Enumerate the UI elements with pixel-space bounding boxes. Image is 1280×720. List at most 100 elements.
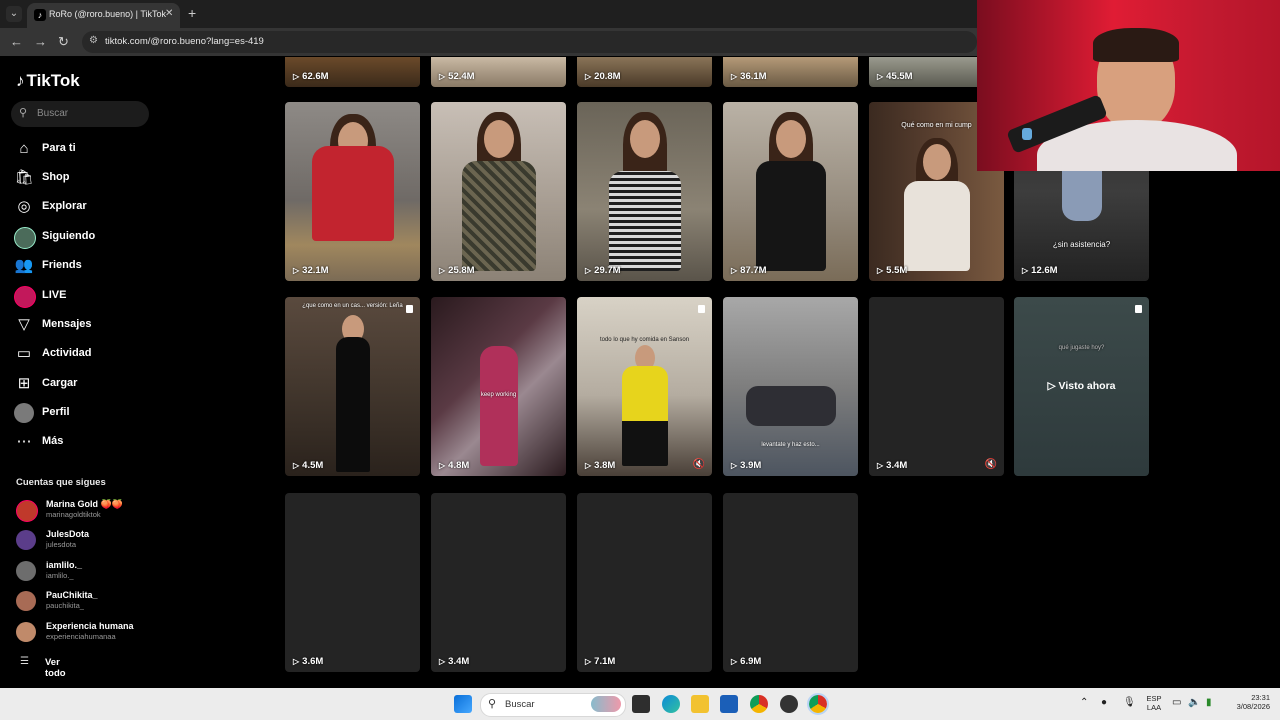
- video-card[interactable]: qué jugaste hoy? ▷ Visto ahora: [1014, 297, 1149, 476]
- windows-taskbar: ⚲ Buscar ⌃ ● 🎙 ESP LAA ▭ 🔈 ▮ 23:31 3/08/…: [0, 688, 1280, 720]
- tiktok-logo[interactable]: ♪ TikTok: [16, 71, 80, 91]
- following-account[interactable]: Experiencia humana experienciahumanaa: [16, 620, 166, 646]
- view-count: ▷ 5.5M: [877, 265, 908, 276]
- account-name: Experiencia humana: [46, 621, 134, 631]
- taskbar-search-label: Buscar: [505, 699, 535, 710]
- nav-item-friends[interactable]: 👥 Friends: [14, 254, 164, 278]
- browser-tab[interactable]: ♪ RoRo (@roro.bueno) | TikTok ✕: [27, 3, 180, 28]
- video-card[interactable]: ¿que como en un cas... versión: Leña ▷ 4.…: [285, 297, 420, 476]
- mute-icon[interactable]: 🔇: [985, 459, 997, 470]
- obs-icon[interactable]: [780, 695, 798, 713]
- view-count: ▷ 62.6M: [293, 71, 329, 82]
- view-count: ▷ 32.1M: [293, 265, 329, 276]
- video-card[interactable]: 🔇 ▷ 3.4M: [869, 297, 1004, 476]
- tray-app-icon[interactable]: ●: [1101, 697, 1107, 708]
- nav-item-siguiendo[interactable]: Siguiendo: [14, 225, 164, 249]
- video-card[interactable]: ▷ 7.1M: [577, 493, 712, 672]
- following-account[interactable]: JulesDota julesdota: [16, 528, 166, 554]
- play-icon: ▷: [731, 461, 738, 470]
- tray-chevron-icon[interactable]: ⌃: [1080, 697, 1088, 708]
- nav-label: LIVE: [42, 289, 67, 301]
- video-caption: qué jugaste hoy?: [1058, 345, 1105, 351]
- pinned-icon: [698, 305, 705, 313]
- home-icon: ⌂: [19, 140, 29, 157]
- following-account[interactable]: iamlilo._ iamlilo._: [16, 559, 166, 585]
- nav-label: Mensajes: [42, 318, 92, 330]
- send-icon: ▽: [18, 316, 30, 333]
- nav-item-actividad[interactable]: ▭ Actividad: [14, 342, 164, 366]
- network-icon[interactable]: ▭: [1172, 697, 1181, 708]
- reload-icon[interactable]: ↻: [58, 34, 69, 50]
- file-explorer-icon[interactable]: [691, 695, 709, 713]
- url-field[interactable]: ⚙ tiktok.com/@roro.bueno?lang=es-419: [82, 31, 977, 53]
- video-card[interactable]: todo lo que hy comida en Sanson 🔇 ▷ 3.8M: [577, 297, 712, 476]
- video-card[interactable]: levantate y haz esto... ▷ 3.9M: [723, 297, 858, 476]
- store-icon[interactable]: [720, 695, 738, 713]
- view-count: ▷ 3.4M: [877, 460, 908, 471]
- nav-item-para-ti[interactable]: ⌂ Para ti: [14, 137, 164, 161]
- url-text: tiktok.com/@roro.bueno?lang=es-419: [105, 36, 264, 47]
- chrome-icon[interactable]: [750, 695, 768, 713]
- new-tab-icon[interactable]: +: [188, 5, 196, 21]
- view-count: ▷ 4.8M: [439, 460, 470, 471]
- upload-icon: ⊞: [17, 375, 31, 392]
- video-card[interactable]: ▷ 52.4M: [431, 57, 566, 87]
- play-icon: ▷: [293, 657, 300, 666]
- video-card[interactable]: ▷ 20.8M: [577, 57, 712, 87]
- video-card[interactable]: ▷ 62.6M: [285, 57, 420, 87]
- tab-close-icon[interactable]: ✕: [165, 8, 173, 19]
- language-indicator[interactable]: ESP LAA: [1145, 694, 1163, 712]
- nav-item-shop[interactable]: 🛍 Shop: [14, 166, 164, 190]
- following-section-title: Cuentas que sigues: [16, 477, 106, 488]
- nav-label: Más: [42, 435, 64, 447]
- view-count: ▷ 52.4M: [439, 71, 475, 82]
- compass-icon: ◎: [17, 198, 31, 215]
- view-count: ▷ 29.7M: [585, 265, 621, 276]
- video-card[interactable]: ▷ 6.9M: [723, 493, 858, 672]
- avatar: [16, 561, 36, 581]
- edge-icon[interactable]: [662, 695, 680, 713]
- volume-icon[interactable]: 🔈: [1188, 697, 1200, 708]
- video-card[interactable]: ▷ 36.1M: [723, 57, 858, 87]
- play-icon: ▷: [731, 72, 738, 81]
- mute-icon[interactable]: 🔇: [693, 459, 705, 470]
- following-account[interactable]: PauChikita_ pauchikita_: [16, 589, 166, 615]
- nav-item-mensajes[interactable]: ▽ Mensajes: [14, 313, 164, 337]
- view-count: ▷ 45.5M: [877, 71, 913, 82]
- avatar: [16, 530, 36, 550]
- play-icon: ▷: [439, 461, 446, 470]
- search-input[interactable]: ⚲ Buscar: [11, 101, 149, 127]
- view-count: ▷ 20.8M: [585, 71, 621, 82]
- video-card[interactable]: keep working ▷ 4.8M: [431, 297, 566, 476]
- back-icon[interactable]: ←: [10, 34, 23, 49]
- nav-item-perfil[interactable]: Perfil: [14, 401, 164, 425]
- forward-icon[interactable]: →: [34, 34, 47, 49]
- nav-item-live[interactable]: LIVE: [14, 284, 164, 308]
- taskbar-search[interactable]: ⚲ Buscar: [480, 693, 626, 717]
- account-username: iamlilo._: [46, 571, 74, 580]
- video-card[interactable]: ▷ 87.7M: [723, 102, 858, 281]
- nav-item-mas[interactable]: ⋯ Más: [14, 430, 164, 454]
- microphone-icon[interactable]: 🎙: [1123, 697, 1136, 708]
- chrome-active-icon[interactable]: [807, 693, 829, 715]
- nav-item-explorar[interactable]: ◎ Explorar: [14, 195, 164, 219]
- task-view-icon[interactable]: [632, 695, 650, 713]
- video-card[interactable]: ▷ 29.7M: [577, 102, 712, 281]
- tiktok-note-icon: ♪: [16, 71, 25, 90]
- following-account[interactable]: Marina Gold 🍑🍑 marinagoldtiktok: [16, 498, 166, 524]
- view-count: ▷ 87.7M: [731, 265, 767, 276]
- avatar: [16, 500, 38, 522]
- battery-icon[interactable]: ▮: [1206, 697, 1212, 708]
- site-info-icon[interactable]: ⚙: [89, 35, 98, 46]
- nav-item-cargar[interactable]: ⊞ Cargar: [14, 372, 164, 396]
- video-card[interactable]: ▷ 3.6M: [285, 493, 420, 672]
- view-count: ▷ 25.8M: [439, 265, 475, 276]
- tab-search-menu-icon[interactable]: ⌄: [6, 6, 22, 22]
- account-username: pauchikita_: [46, 601, 84, 610]
- clock[interactable]: 23:31 3/08/2026: [1226, 693, 1270, 711]
- video-caption: ¿que como en un cas... versión: Leña: [302, 303, 403, 309]
- video-card[interactable]: ▷ 25.8M: [431, 102, 566, 281]
- video-card[interactable]: ▷ 32.1M: [285, 102, 420, 281]
- video-card[interactable]: ▷ 3.4M: [431, 493, 566, 672]
- windows-start-icon[interactable]: [454, 695, 472, 713]
